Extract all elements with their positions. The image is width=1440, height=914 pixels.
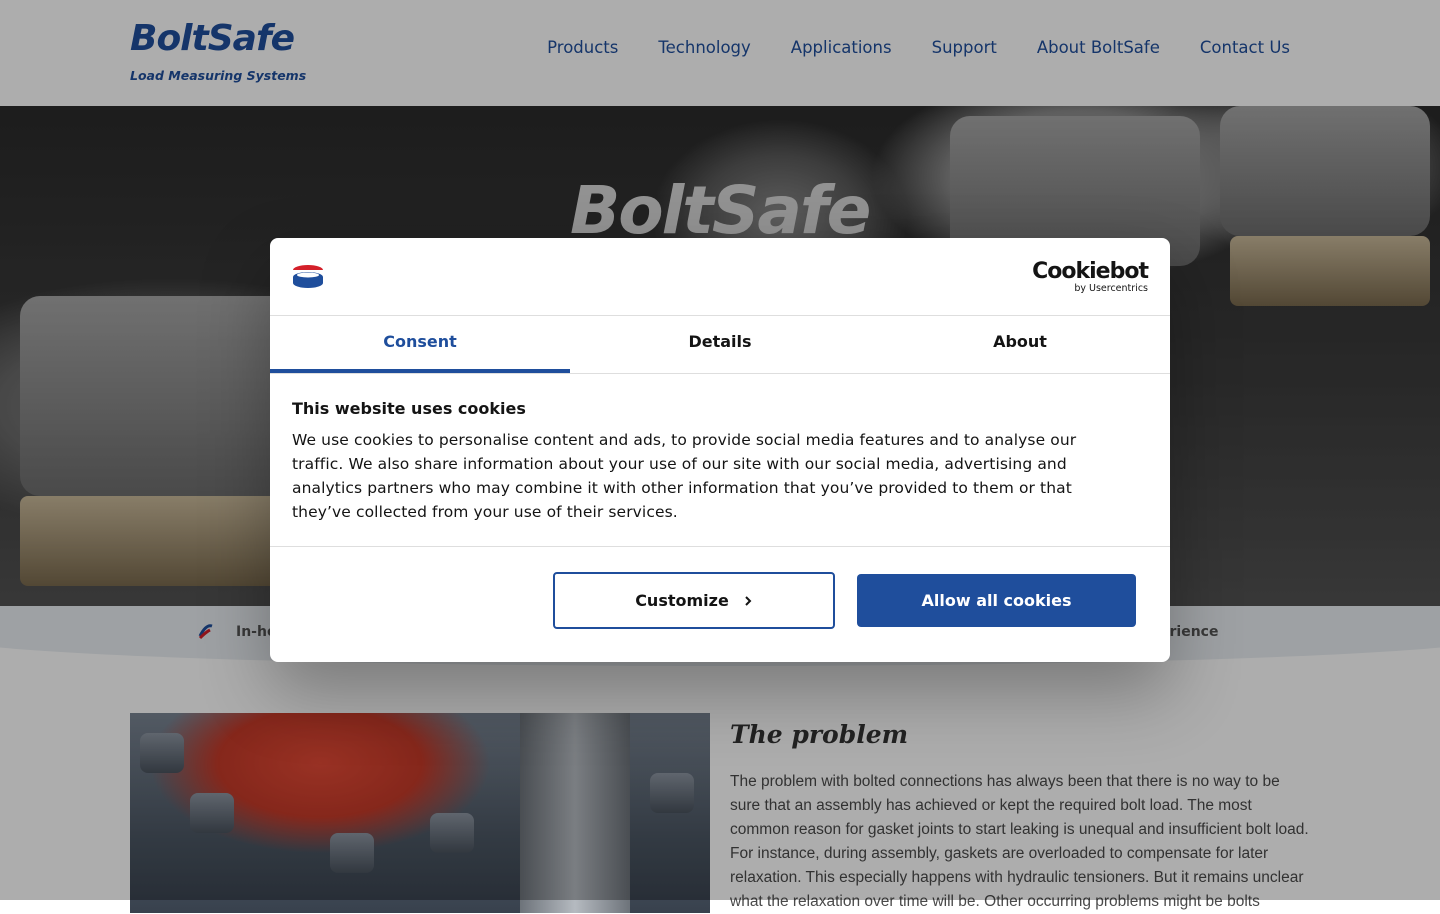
customize-label: Customize: [635, 591, 729, 610]
tab-details[interactable]: Details: [570, 316, 870, 373]
dialog-title: This website uses cookies: [292, 399, 526, 418]
cookie-consent-dialog: Cookiebot by Usercentrics Consent Detail…: [270, 238, 1170, 662]
tab-consent[interactable]: Consent: [270, 316, 570, 373]
tab-about[interactable]: About: [870, 316, 1170, 373]
allow-all-cookies-button[interactable]: Allow all cookies: [857, 574, 1136, 627]
dialog-footer: Customize Allow all cookies: [270, 546, 1170, 662]
cookiebot-name: Cookiebot: [1032, 259, 1149, 284]
dialog-header: Cookiebot by Usercentrics: [270, 238, 1170, 316]
dialog-tabs: Consent Details About: [270, 316, 1170, 374]
cookiebot-byline: by Usercentrics: [1074, 283, 1148, 294]
dialog-body: We use cookies to personalise content an…: [292, 431, 1077, 521]
chevron-right-icon: [745, 595, 752, 606]
cookiebot-logo[interactable]: Cookiebot by Usercentrics: [1032, 259, 1149, 294]
site-brand-icon: [293, 265, 323, 288]
customize-button[interactable]: Customize: [553, 572, 835, 629]
